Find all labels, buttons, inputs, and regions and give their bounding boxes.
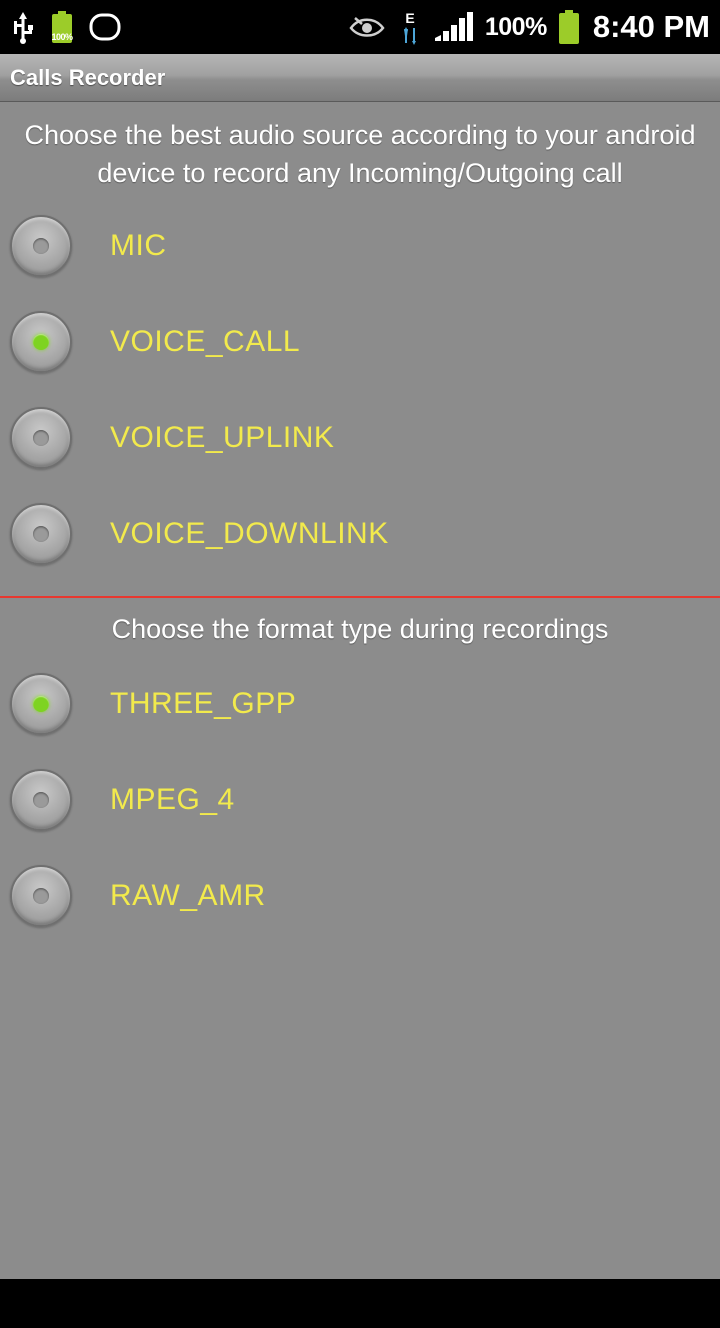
rounded-square-icon [88, 12, 122, 42]
svg-text:E: E [405, 10, 414, 26]
usb-icon [10, 10, 36, 44]
format-type-header: Choose the format type during recordings [111, 614, 609, 644]
radio-button-voice-downlink[interactable] [10, 503, 72, 565]
battery-percent-label: 100% [484, 12, 547, 41]
radio-option-mpeg-4[interactable]: MPEG_4 [0, 752, 720, 848]
status-bar-right: E 100% 8:40 PM [349, 9, 710, 45]
app-title: Calls Recorder [10, 64, 166, 90]
radio-option-voice-call[interactable]: VOICE_CALL [0, 294, 720, 390]
radio-option-voice-uplink[interactable]: VOICE_UPLINK [0, 390, 720, 486]
radio-option-three-gpp[interactable]: THREE_GPP [0, 656, 720, 752]
eye-icon [349, 14, 385, 40]
action-bar: Calls Recorder [0, 54, 720, 102]
status-bar: 100% E 100% 8:40 PM [0, 0, 720, 54]
radio-button-voice-uplink[interactable] [10, 407, 72, 469]
radio-button-three-gpp[interactable] [10, 673, 72, 735]
signal-icon [434, 11, 475, 43]
clock: 8:40 PM [592, 9, 710, 44]
radio-label-mpeg-4: MPEG_4 [110, 783, 235, 816]
radio-label-mic: MIC [110, 229, 167, 262]
radio-label-voice-downlink: VOICE_DOWNLINK [110, 517, 389, 550]
radio-button-mic[interactable] [10, 215, 72, 277]
radio-label-voice-uplink: VOICE_UPLINK [110, 421, 335, 454]
radio-label-voice-call: VOICE_CALL [110, 325, 301, 358]
radio-button-mpeg-4[interactable] [10, 769, 72, 831]
battery-icon [557, 10, 581, 44]
battery-small-percent: 100% [51, 32, 73, 42]
navigation-bar [0, 1279, 720, 1328]
radio-option-mic[interactable]: MIC [0, 198, 720, 294]
radio-option-voice-downlink[interactable]: VOICE_DOWNLINK [0, 486, 720, 582]
status-bar-left: 100% [10, 10, 122, 44]
radio-button-voice-call[interactable] [10, 311, 72, 373]
radio-button-raw-amr[interactable] [10, 865, 72, 927]
battery-charging-icon: 100% [50, 11, 74, 43]
edge-network-icon: E [395, 9, 425, 45]
main-content: Choose the best audio source according t… [0, 102, 720, 1279]
audio-source-header: Choose the best audio source according t… [24, 120, 696, 188]
radio-option-raw-amr[interactable]: RAW_AMR [0, 848, 720, 944]
radio-label-three-gpp: THREE_GPP [110, 687, 297, 720]
radio-label-raw-amr: RAW_AMR [110, 879, 266, 912]
